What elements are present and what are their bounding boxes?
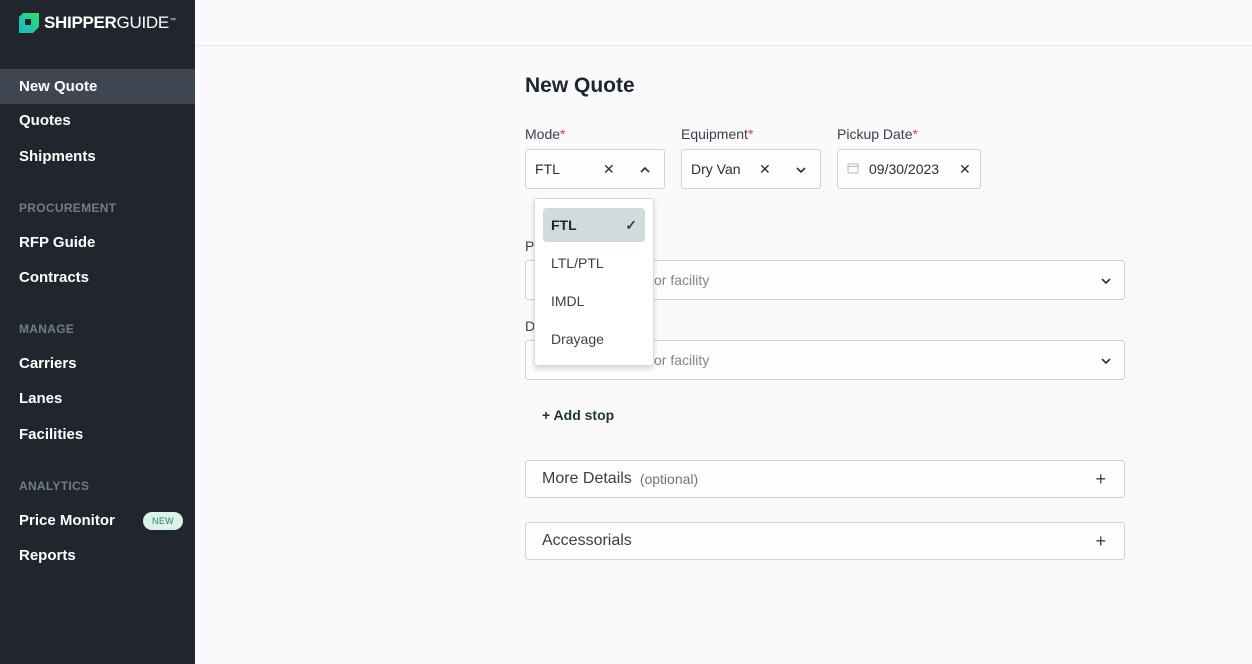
equipment-label: Equipment* [681, 126, 754, 142]
sidebar-item-label: Price Monitor [19, 512, 115, 529]
mode-option-drayage[interactable]: Drayage [543, 322, 645, 356]
clear-equipment-icon[interactable]: ✕ [759, 162, 771, 176]
option-label: IMDL [551, 293, 585, 309]
option-label: FTL [551, 217, 577, 233]
sidebar-item-contracts[interactable]: Contracts [0, 260, 195, 295]
new-badge: NEW [143, 512, 183, 530]
page-title: New Quote [525, 74, 635, 97]
pickup-label: P [525, 238, 535, 254]
sidebar-item-carriers[interactable]: Carriers [0, 346, 195, 381]
more-details-accordion[interactable]: More Details (optional) + [525, 460, 1125, 498]
clear-date-icon[interactable]: ✕ [959, 162, 971, 176]
calendar-icon [847, 162, 859, 176]
chevron-up-icon[interactable] [639, 162, 651, 176]
sidebar-item-label: New Quote [19, 78, 98, 95]
sidebar-item-new-quote[interactable]: New Quote [0, 69, 195, 104]
pickup-date-value: 09/30/2023 [869, 161, 940, 177]
option-label: LTL/PTL [551, 255, 604, 271]
delivery-placeholder: or facility [654, 352, 710, 368]
mode-select[interactable]: FTL ✕ [525, 149, 665, 189]
sidebar-item-label: RFP Guide [19, 234, 96, 251]
pickup-date-input[interactable]: 09/30/2023 ✕ [837, 149, 981, 189]
sidebar-item-shipments[interactable]: Shipments [0, 139, 195, 174]
top-bar [195, 0, 1252, 46]
option-label: Drayage [551, 331, 604, 347]
clear-mode-icon[interactable]: ✕ [603, 162, 615, 176]
mode-value: FTL [535, 161, 560, 177]
sidebar-item-rfp-guide[interactable]: RFP Guide [0, 225, 195, 260]
logo[interactable]: SHIPPERGUIDE™ [19, 12, 176, 34]
accessorials-title: Accessorials [542, 532, 632, 549]
logo-mark-icon [19, 13, 39, 33]
sidebar-item-label: Carriers [19, 355, 77, 372]
mode-label: Mode* [525, 126, 566, 142]
mode-option-ftl[interactable]: FTL ✓ [543, 208, 645, 242]
more-details-title: More Details [542, 470, 632, 487]
sidebar-item-lanes[interactable]: Lanes [0, 381, 195, 416]
sidebar-item-label: Facilities [19, 426, 84, 443]
pickup-date-label: Pickup Date* [837, 126, 918, 142]
pickup-placeholder: or facility [654, 272, 710, 288]
chevron-down-icon[interactable] [1100, 273, 1112, 287]
mode-option-imdl[interactable]: IMDL [543, 284, 645, 318]
sidebar-item-quotes[interactable]: Quotes [0, 103, 195, 138]
mode-dropdown-menu: FTL ✓ LTL/PTL IMDL Drayage [534, 198, 654, 366]
logo-text: SHIPPERGUIDE™ [44, 13, 176, 32]
more-details-optional: (optional) [639, 471, 699, 487]
sidebar-item-reports[interactable]: Reports [0, 538, 195, 573]
sidebar-item-label: Reports [19, 547, 76, 564]
chevron-down-icon[interactable] [795, 162, 807, 176]
sidebar-item-label: Contracts [19, 269, 90, 286]
add-stop-button[interactable]: + Add stop [542, 407, 614, 423]
chevron-down-icon[interactable] [1100, 353, 1112, 367]
sidebar-item-label: Quotes [19, 112, 71, 129]
plus-icon[interactable]: + [1095, 532, 1106, 550]
equipment-select[interactable]: Dry Van ✕ [681, 149, 821, 189]
sidebar-item-facilities[interactable]: Facilities [0, 417, 195, 452]
sidebar: SHIPPERGUIDE™ New Quote Quotes Shipments… [0, 0, 195, 664]
section-analytics: ANALYTICS [19, 479, 90, 493]
equipment-value: Dry Van [691, 161, 741, 177]
sidebar-item-label: Shipments [19, 148, 96, 165]
section-procurement: PROCUREMENT [19, 201, 117, 215]
mode-option-ltl-ptl[interactable]: LTL/PTL [543, 246, 645, 280]
section-manage: MANAGE [19, 322, 75, 336]
check-icon: ✓ [625, 216, 637, 233]
sidebar-item-label: Lanes [19, 390, 63, 407]
accessorials-accordion[interactable]: Accessorials + [525, 522, 1125, 560]
plus-icon[interactable]: + [1095, 470, 1106, 488]
